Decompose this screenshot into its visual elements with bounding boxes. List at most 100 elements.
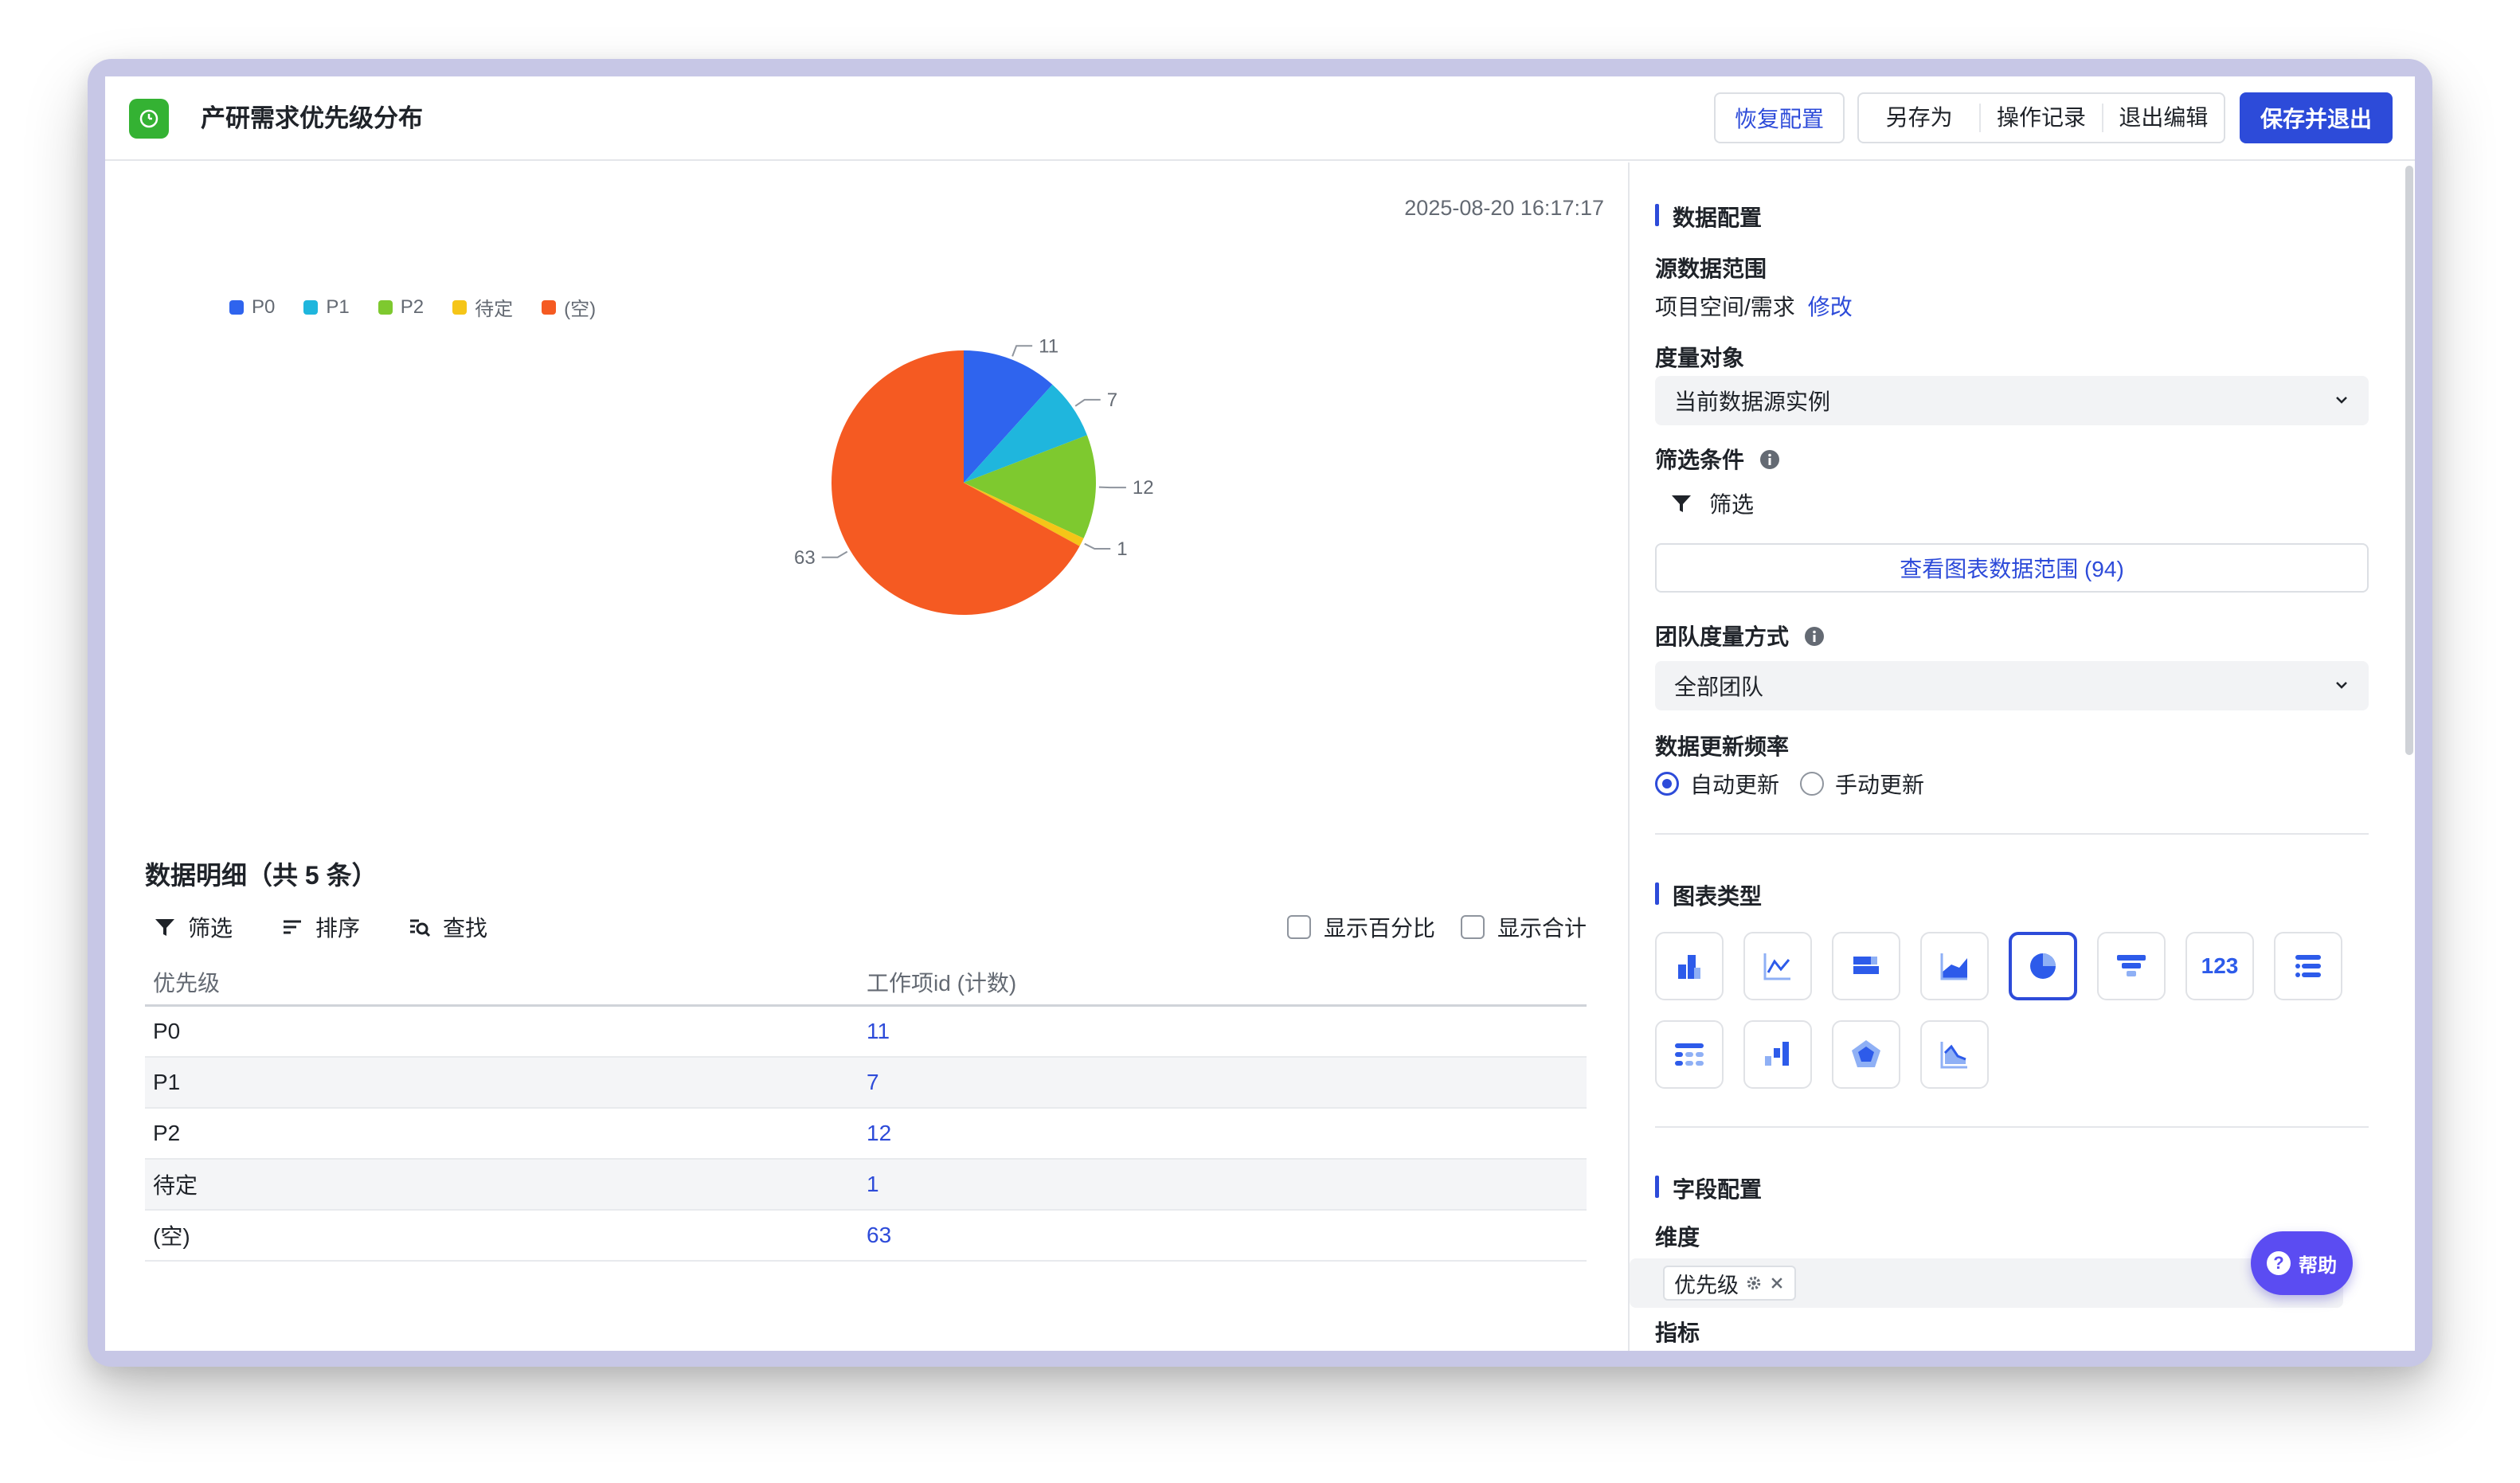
chevron-down-icon (2336, 397, 2347, 404)
row-value[interactable]: 7 (867, 1070, 1587, 1095)
pie-chart-icon (2030, 953, 2056, 979)
filter-icon (155, 919, 174, 936)
help-button[interactable]: ? 帮助 (2251, 1231, 2353, 1295)
row-value[interactable]: 11 (867, 1019, 1587, 1044)
bar-chart-icon (1678, 955, 1700, 979)
restore-config-button[interactable]: 恢复配置 (1714, 92, 1845, 143)
legend-label: P0 (252, 295, 276, 318)
dashboard-app-icon (129, 99, 169, 139)
radio-selected[interactable] (1655, 772, 1679, 796)
help-label: 帮助 (2299, 1254, 2337, 1277)
column-header-count: 工作项id (计数) (867, 970, 1017, 996)
header-button-group: 另存为 操作记录 退出编辑 (1857, 92, 2225, 143)
chart-type-list[interactable] (2274, 932, 2342, 1000)
details-title: 数据明细（共 5 条） (145, 861, 378, 890)
source-edit-link[interactable]: 修改 (1808, 295, 1853, 319)
table-row: (空) 63 (145, 1211, 1587, 1262)
chart-type-radar[interactable] (1832, 1020, 1900, 1089)
area-chart-icon (1940, 953, 1967, 980)
details-search-button[interactable]: 查找 (408, 911, 487, 943)
chart-preview-pane: 2025-08-20 16:17:17 P0 P1 P2 待定 (空) 11 7 12 1 63… (105, 162, 1628, 1351)
legend-swatch (303, 299, 319, 315)
legend-item[interactable]: P2 (378, 293, 424, 321)
pie-label-leader (821, 550, 848, 558)
checkbox-box[interactable] (1460, 915, 1485, 939)
row-value[interactable]: 12 (867, 1121, 1587, 1146)
details-sort-label: 排序 (315, 916, 361, 941)
horizontal-bar-icon (1853, 957, 1879, 974)
pie-chart-svg: 11 7 12 1 63 (794, 335, 1154, 615)
exit-edit-button[interactable]: 退出编辑 (2103, 104, 2224, 132)
chart-type-combo[interactable] (1920, 1020, 1989, 1089)
help-icon: ? (2267, 1251, 2291, 1275)
pie-label-leader (1012, 345, 1033, 357)
source-range-label: 源数据范围 (1655, 256, 1767, 281)
manual-update-radio[interactable]: 手动更新 (1800, 768, 1924, 800)
filter-condition-text: 筛选条件 (1655, 448, 1745, 472)
team-measure-select[interactable]: 全部团队 (1655, 661, 2369, 710)
legend-item[interactable]: 待定 (452, 293, 513, 321)
legend-label: P2 (400, 295, 425, 318)
chart-type-pivot-table[interactable] (1655, 1020, 1724, 1089)
field-config-heading: 字段配置 (1655, 1172, 1762, 1204)
header-bar: 产研需求优先级分布 恢复配置 另存为 操作记录 退出编辑 保存并退出 (105, 76, 2415, 161)
pie-label-leader (1074, 398, 1101, 407)
row-value[interactable]: 1 (867, 1172, 1587, 1197)
chart-type-horizontal-bar[interactable] (1832, 932, 1900, 1000)
combo-chart-icon (1940, 1042, 1967, 1069)
search-icon (410, 919, 431, 937)
measure-object-select[interactable]: 当前数据源实例 (1655, 376, 2369, 425)
legend-item[interactable]: (空) (542, 293, 596, 321)
legend-item[interactable]: P1 (303, 293, 350, 321)
close-icon[interactable] (1769, 1275, 1785, 1291)
history-button[interactable]: 操作记录 (1981, 104, 2103, 132)
table-row: P0 11 (145, 1007, 1587, 1058)
chart-legend: P0 P1 P2 待定 (空) (229, 293, 596, 321)
row-value[interactable]: 63 (867, 1223, 1587, 1248)
manual-update-label: 手动更新 (1835, 773, 1925, 797)
filter-condition-label: 筛选条件 (1655, 443, 1781, 475)
save-as-button[interactable]: 另存为 (1859, 104, 1982, 132)
dimension-label: 维度 (1655, 1225, 1700, 1250)
waterfall-chart-icon (1765, 1042, 1789, 1066)
details-filter-button[interactable]: 筛选 (153, 911, 233, 943)
details-options: 显示百分比 显示合计 (1286, 911, 1587, 943)
chart-type-funnel[interactable] (2097, 932, 2166, 1000)
update-frequency-label: 数据更新频率 (1655, 734, 1790, 759)
auto-update-label: 自动更新 (1690, 773, 1780, 797)
show-percent-checkbox[interactable]: 显示百分比 (1286, 911, 1435, 943)
table-row: P1 7 (145, 1058, 1587, 1109)
save-and-exit-button[interactable]: 保存并退出 (2240, 92, 2393, 143)
chart-type-area[interactable] (1920, 932, 1989, 1000)
legend-swatch (378, 299, 393, 315)
pie-data-label: 63 (794, 547, 816, 569)
radio-unselected[interactable] (1800, 772, 1825, 796)
table-header: 优先级 工作项id (计数) (145, 959, 1587, 1007)
chart-type-pie[interactable] (2009, 932, 2077, 1000)
chart-type-bar[interactable] (1655, 932, 1724, 1000)
show-percent-label: 显示百分比 (1323, 916, 1435, 941)
dimension-tag[interactable]: 优先级 (1663, 1266, 1796, 1301)
add-filter-button[interactable]: 筛选 (1669, 487, 1754, 519)
chart-type-number[interactable]: 123 (2185, 932, 2254, 1000)
checkbox-box[interactable] (1286, 915, 1311, 939)
details-sort-button[interactable]: 排序 (280, 911, 360, 943)
section-divider (1655, 1126, 2369, 1128)
row-name: P1 (153, 1070, 181, 1094)
auto-update-radio[interactable]: 自动更新 (1655, 768, 1779, 800)
info-icon[interactable] (1803, 625, 1825, 648)
legend-item[interactable]: P0 (229, 293, 275, 321)
funnel-chart-icon (2117, 955, 2146, 976)
chart-type-waterfall[interactable] (1743, 1020, 1812, 1089)
chart-type-line[interactable] (1743, 932, 1812, 1000)
gear-icon[interactable] (1745, 1274, 1763, 1292)
show-total-checkbox[interactable]: 显示合计 (1460, 911, 1587, 943)
legend-label: 待定 (475, 299, 514, 320)
section-divider (1655, 833, 2369, 835)
info-icon[interactable] (1759, 448, 1781, 471)
config-panel-scrollbar[interactable] (2405, 166, 2413, 755)
team-measure-value: 全部团队 (1674, 675, 1764, 699)
team-measure-text: 团队度量方式 (1655, 624, 1790, 649)
number-card-icon: 123 (2201, 953, 2239, 978)
view-chart-data-range-button[interactable]: 查看图表数据范围 (94) (1655, 543, 2369, 593)
